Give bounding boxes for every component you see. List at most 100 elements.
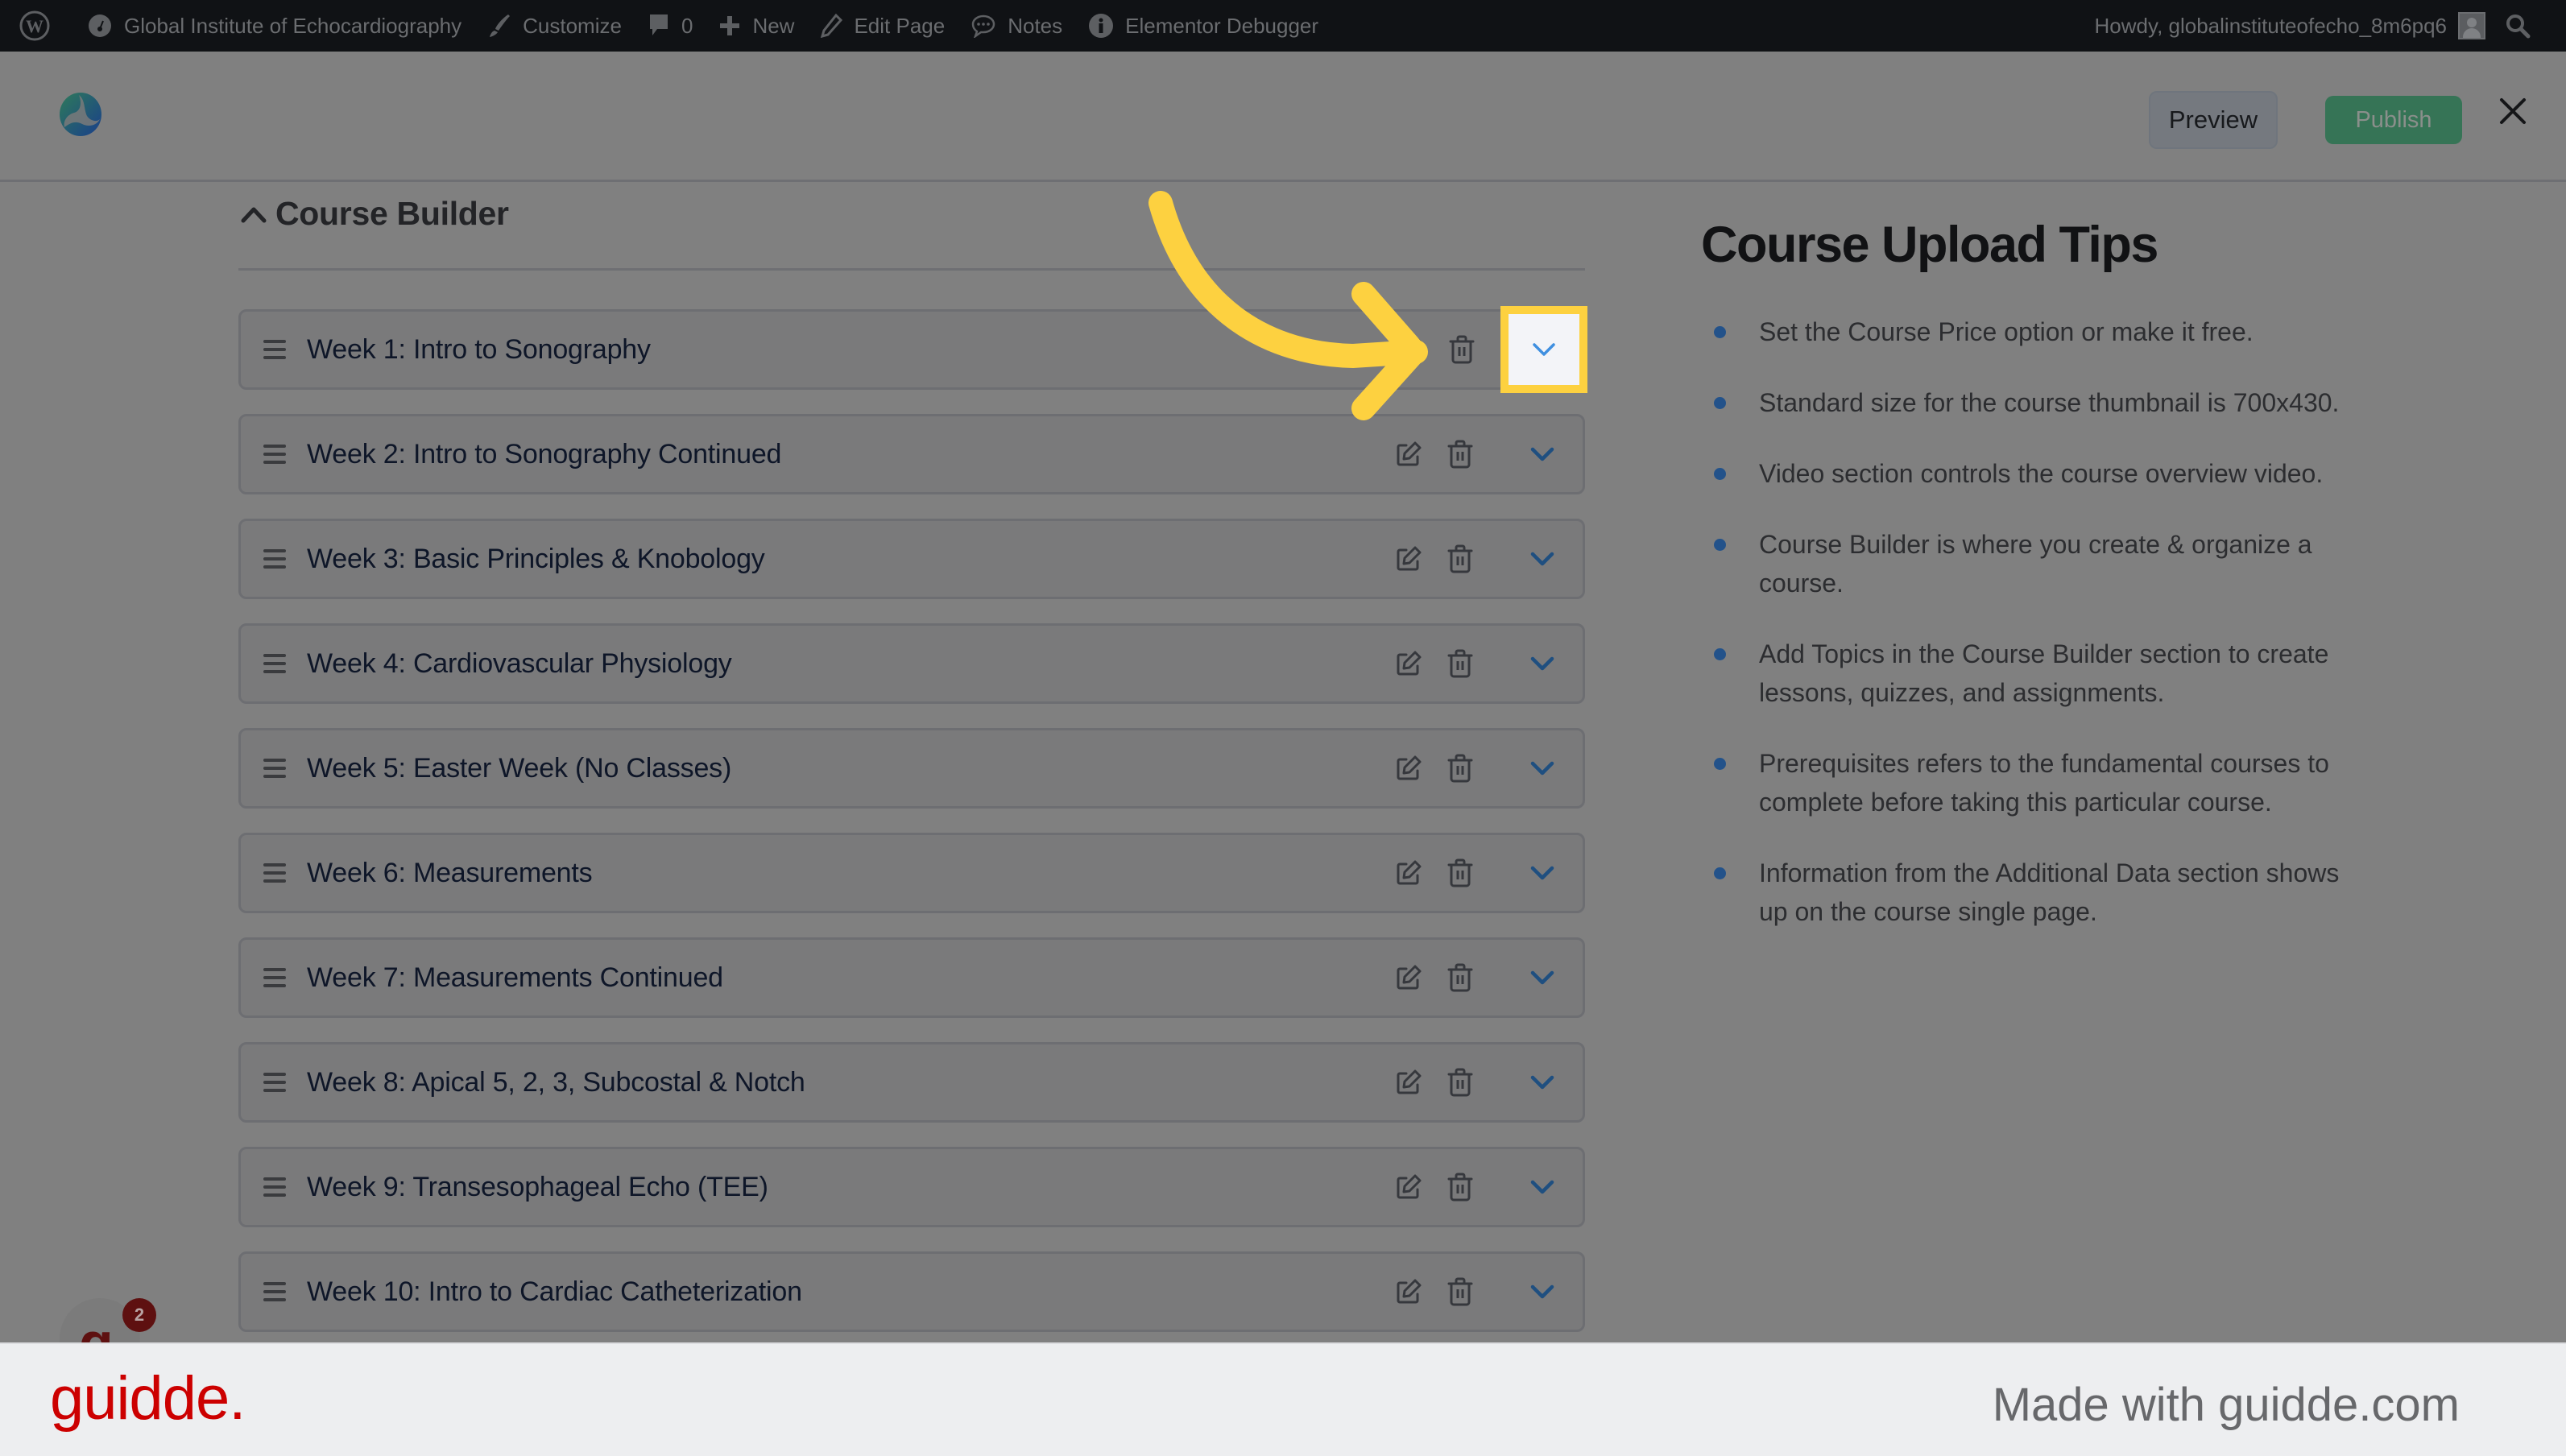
bullet-icon [1714,397,1726,409]
drag-handle-icon[interactable] [262,337,288,362]
expand-topic-button[interactable] [1507,419,1578,490]
search-icon [2506,14,2531,39]
drag-handle-icon[interactable] [262,1070,288,1094]
edit-topic-button[interactable] [1393,438,1425,470]
site-name-link[interactable]: Global Institute of Echocardiography [74,0,474,52]
drag-handle-icon[interactable] [262,1280,288,1304]
expand-topic-button[interactable] [1507,1047,1578,1118]
course-builder-header[interactable]: Course Builder [238,187,1585,271]
search-button[interactable] [2492,0,2555,52]
expand-topic-button[interactable] [1507,838,1578,908]
expand-topic-button-highlighted[interactable] [1500,306,1587,393]
topic-title: Week 1: Intro to Sonography [307,333,651,365]
drag-handle-icon[interactable] [262,966,288,990]
delete-topic-button[interactable] [1444,857,1476,889]
chevron-down-icon [1530,866,1554,880]
topic-row: Week 2: Intro to Sonography Continued [238,414,1585,494]
edit-topic-button[interactable] [1393,1066,1425,1098]
edit-topic-button[interactable] [1393,1276,1425,1308]
tip-item: Video section controls the course overvi… [1701,454,2361,493]
edit-topic-button[interactable] [1393,1171,1425,1203]
topic-title: Week 3: Basic Principles & Knobology [307,543,765,574]
close-icon[interactable] [2497,95,2529,127]
delete-topic-button[interactable] [1444,1066,1476,1098]
edit-topic-button[interactable] [1393,647,1425,680]
editor-header: Preview Publish [0,52,2566,182]
account-menu[interactable]: Howdy, globalinstituteofecho_8m6pq6 [2082,0,2492,52]
expand-topic-button[interactable] [1507,733,1578,804]
drag-handle-icon[interactable] [262,651,288,676]
edit-topic-button[interactable] [1393,857,1425,889]
delete-topic-button[interactable] [1444,647,1476,680]
drag-handle-icon[interactable] [262,861,288,885]
edit-icon [1398,337,1423,362]
trash-icon [1447,1277,1473,1306]
chevron-down-icon [1530,970,1554,985]
new-label: New [752,13,795,38]
trash-icon [1447,649,1473,678]
drag-handle-icon[interactable] [262,756,288,780]
guidde-logo: guidde. [50,1364,246,1433]
edit-icon [1397,965,1422,990]
topic-row: Week 9: Transesophageal Echo (TEE) [238,1147,1585,1227]
edit-topic-button[interactable] [1393,752,1425,784]
tip-text: Prerequisites refers to the fundamental … [1759,749,2329,817]
expand-topic-button[interactable] [1507,628,1578,699]
delete-topic-button[interactable] [1444,962,1476,994]
user-greeting: Howdy, globalinstituteofecho_8m6pq6 [2094,13,2447,38]
delete-topic-button[interactable] [1444,438,1476,470]
avatar [2458,12,2485,39]
tip-item: Information from the Additional Data sec… [1701,854,2361,931]
publish-button[interactable]: Publish [2325,96,2462,144]
delete-topic-button[interactable] [1444,543,1476,575]
topic-title: Week 9: Transesophageal Echo (TEE) [307,1171,768,1202]
preview-button[interactable]: Preview [2149,91,2278,149]
drag-handle-icon[interactable] [262,442,288,466]
tip-text: Add Topics in the Course Builder section… [1759,639,2329,707]
trash-icon [1447,963,1473,992]
trash-icon [1447,544,1473,573]
chevron-down-icon [1530,552,1554,566]
new-content-link[interactable]: New [706,0,807,52]
site-logo-icon [60,93,101,136]
wordpress-logo-button[interactable]: W [6,0,74,52]
paintbrush-icon [490,14,511,37]
delete-topic-button[interactable] [1444,1171,1476,1203]
bullet-icon [1714,326,1726,338]
notes-link[interactable]: Notes [958,0,1075,52]
comments-link[interactable]: 0 [635,0,706,52]
customize-link[interactable]: Customize [474,0,635,52]
edit-icon [1397,546,1422,571]
delete-topic-button[interactable] [1444,752,1476,784]
site-name: Global Institute of Echocardiography [124,13,462,38]
topic-title: Week 7: Measurements Continued [307,962,723,993]
expand-topic-button[interactable] [1507,523,1578,594]
notes-label: Notes [1008,13,1063,38]
debugger-label: Elementor Debugger [1125,13,1319,38]
elementor-debugger-link[interactable]: Elementor Debugger [1075,0,1331,52]
speech-bubble-icon [971,14,995,38]
chevron-down-icon [1530,1284,1554,1299]
topic-row: Week 1: Intro to Sonography [238,306,1587,393]
trash-icon [1449,335,1475,364]
chevron-down-icon [1530,447,1554,461]
edit-icon [1397,1279,1422,1304]
tip-text: Information from the Additional Data sec… [1759,858,2340,926]
expand-topic-button[interactable] [1507,1256,1578,1327]
topic-list: Week 1: Intro to Sonography Week 2: Intr… [238,306,1587,1356]
delete-topic-button[interactable] [1444,1276,1476,1308]
edit-topic-button[interactable] [1393,543,1425,575]
drag-handle-icon[interactable] [262,1175,288,1199]
edit-topic-button[interactable] [1394,333,1426,366]
edit-page-link[interactable]: Edit Page [807,0,958,52]
guidde-footer: guidde. Made with guidde.com [0,1342,2566,1456]
expand-topic-button[interactable] [1507,942,1578,1013]
trash-icon [1447,754,1473,783]
expand-topic-button[interactable] [1507,1152,1578,1222]
delete-topic-button[interactable] [1446,333,1478,366]
edit-topic-button[interactable] [1393,962,1425,994]
chevron-up-icon[interactable] [238,200,269,230]
drag-handle-icon[interactable] [262,547,288,571]
tip-item: Add Topics in the Course Builder section… [1701,635,2361,712]
edit-icon [1397,441,1422,466]
